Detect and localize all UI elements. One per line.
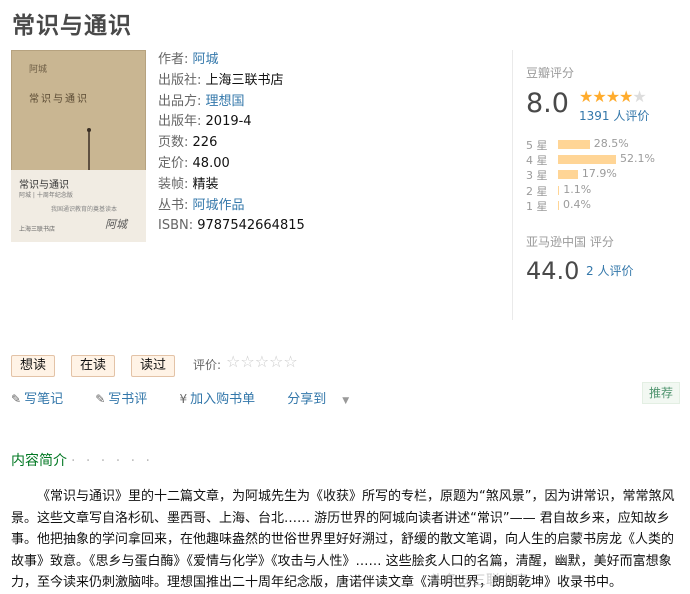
cover-emblem-icon — [87, 128, 91, 170]
info-row: ISBN: 9787542664815 — [158, 216, 305, 237]
info-label: 丛书: — [158, 197, 189, 213]
info-row: 装帧: 精装 — [158, 175, 305, 196]
info-value: 48.00 — [188, 155, 230, 171]
rating-dist-bar — [558, 155, 616, 165]
info-value: 精装 — [188, 176, 219, 192]
write-review-label: 写书评 — [108, 392, 148, 407]
info-value: 9787542664815 — [193, 218, 305, 234]
star-icon: ★ — [619, 87, 633, 106]
info-row: 丛书: 阿城作品 — [158, 196, 305, 217]
info-label: 定价: — [158, 155, 189, 171]
amazon-rating-title: 亚马逊中国 评分 — [526, 235, 614, 249]
intro-heading-dots: · · · · · · — [71, 453, 153, 469]
info-row: 出版年: 2019-4 — [158, 112, 305, 133]
rating-dist-percent: 1.1% — [563, 182, 592, 196]
page-title: 常识与通识 — [12, 13, 132, 39]
info-label: ISBN: — [158, 218, 194, 234]
star-icon: ★ — [592, 87, 606, 106]
rating-dist-percent: 28.5% — [593, 137, 629, 150]
info-row: 页数: 226 — [158, 133, 305, 154]
read-button[interactable]: 读过 — [131, 355, 176, 377]
write-note-link[interactable]: ✎ 写笔记 — [11, 392, 77, 407]
share-link[interactable]: 分享到 ▼ — [287, 392, 363, 407]
info-value: 226 — [188, 135, 218, 151]
pencil-icon: ✎ — [95, 392, 106, 406]
info-value-link[interactable]: 理想国 — [201, 94, 245, 109]
star-icon: ★ — [579, 87, 593, 106]
write-review-link[interactable]: ✎ 写书评 — [95, 392, 161, 407]
rating-dist-label: 5 星 — [526, 139, 548, 152]
info-label: 出版年: — [158, 114, 202, 130]
info-row: 作者: 阿城 — [158, 50, 305, 71]
rating-dist-row: 2 星 1.1% — [526, 183, 676, 198]
write-note-label: 写笔记 — [24, 392, 64, 407]
rating-dist-label: 1 星 — [526, 199, 548, 213]
info-label: 作者: — [158, 52, 189, 67]
add-to-cart-link[interactable]: ¥ 加入购书单 — [179, 392, 269, 407]
info-label: 出版社: — [158, 72, 202, 88]
action-links: ✎ 写笔记 ✎ 写书评 ¥ 加入购书单 分享到 ▼ — [11, 388, 377, 407]
pencil-icon: ✎ — [11, 392, 22, 406]
rate-stars-input[interactable]: ☆☆☆☆☆ — [226, 352, 298, 371]
rating-dist-bar — [558, 200, 559, 210]
rating-dist-percent: 0.4% — [563, 197, 591, 211]
yuan-icon: ¥ — [179, 392, 188, 406]
info-row: 定价: 48.00 — [158, 154, 305, 175]
info-label: 出品方: — [158, 93, 202, 109]
cover-lower-line: 我国通识教育的奠基读本 — [51, 206, 118, 213]
info-row: 出版社: 上海三联书店 — [158, 71, 305, 92]
cover-lower: 常识与通识 阿城 | 十周年纪念版 我国通识教育的奠基读本 上海三联书店 阿城 — [11, 170, 146, 242]
rating-dist-label: 2 星 — [526, 184, 548, 198]
intro-heading-text: 内容简介 — [11, 453, 67, 469]
cover-lower-sub: 阿城 | 十周年纪念版 — [19, 192, 73, 199]
rating-dist-row: 3 星 17.9% — [526, 167, 676, 182]
info-label: 页数: — [158, 135, 189, 151]
rating-dist-label: 3 星 — [526, 169, 548, 183]
cover-signature: 阿城 — [105, 218, 127, 231]
info-value: 上海三联书店 — [201, 72, 284, 88]
rating-stars: ★★★★★ — [579, 87, 647, 106]
book-info: 作者: 阿城 出版社: 上海三联书店 出品方: 理想国 出版年: 2019-4 页数: … — [158, 50, 305, 237]
share-label: 分享到 — [287, 392, 327, 407]
rating-dist-bar — [558, 140, 590, 149]
rating-dist-percent: 17.9% — [581, 167, 617, 181]
star-icon: ★ — [605, 87, 620, 106]
info-row: 出品方: 理想国 — [158, 92, 305, 113]
amazon-count-link[interactable]: 2 人评价 — [586, 262, 633, 279]
want-to-read-button[interactable]: 想读 — [11, 355, 56, 377]
rating-dist-bar — [558, 170, 578, 180]
douban-rating: 豆瓣评分 8.0 ★★★★★ 1391 人评价 5 星 28.5% 4 星 52.1%… — [526, 64, 655, 213]
douban-score: 8.0 — [526, 88, 569, 119]
cover-publisher: 上海三联书店 — [19, 226, 56, 233]
rating-dist-row: 4 星 52.1% — [526, 152, 676, 167]
info-value-link[interactable]: 阿城作品 — [188, 198, 245, 213]
amazon-score: 44.0 — [526, 257, 580, 285]
reading-button[interactable]: 在读 — [71, 355, 116, 377]
info-value: 2019-4 — [201, 114, 252, 130]
recommend-button[interactable]: 推荐 — [642, 382, 681, 404]
intro-heading: 内容简介 · · · · · · — [11, 450, 153, 470]
amazon-rating: 亚马逊中国 评分 44.0 2 人评价 — [526, 233, 633, 285]
add-to-cart-label: 加入购书单 — [190, 392, 256, 407]
rating-dist-label: 4 星 — [526, 154, 548, 168]
rating-dist-percent: 52.1% — [620, 152, 655, 166]
rating-count-link[interactable]: 1391 人评价 — [579, 107, 649, 124]
book-cover[interactable]: 阿城 常识与通识 常识与通识 阿城 | 十周年纪念版 我国通识教育的奠基读本 上… — [11, 50, 146, 242]
chevron-down-icon: ▼ — [342, 396, 350, 406]
douban-rating-title: 豆瓣评分 — [526, 66, 575, 80]
info-label: 装帧: — [158, 176, 189, 192]
rating-dist-row: 5 星 28.5% — [526, 137, 676, 152]
rating-dist-bar — [558, 185, 560, 195]
rating-dist-row: 1 星 0.4% — [526, 198, 676, 213]
star-icon: ★ — [632, 87, 646, 106]
rate-label: 评价: — [193, 358, 222, 372]
rating-distribution: 5 星 28.5% 4 星 52.1% 3 星 17.9% 2 星 1.1% 1 星 0.4% — [526, 137, 676, 213]
intro-text: 《常识与通识》里的十二篇文章，为阿城先生为《收获》所写的专栏，原题为“煞风景”，… — [11, 489, 675, 590]
cover-lower-title: 常识与通识 — [19, 180, 69, 191]
info-value-link[interactable]: 阿城 — [188, 52, 219, 67]
watermark: 头条@三联书店 — [430, 573, 528, 589]
divider — [512, 50, 513, 320]
